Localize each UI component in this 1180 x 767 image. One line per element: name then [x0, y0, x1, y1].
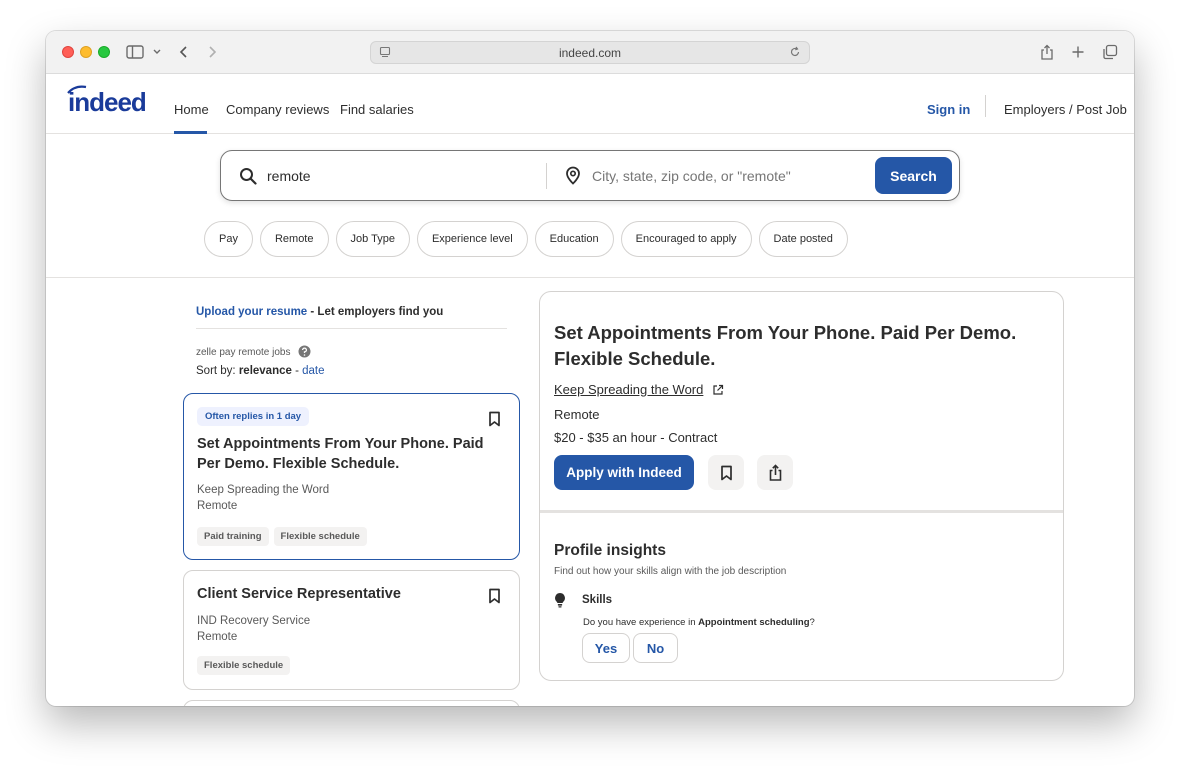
job-location: Remote	[197, 631, 238, 643]
upload-resume-link[interactable]: Upload your resume	[196, 306, 307, 318]
apply-with-indeed-button[interactable]: Apply with Indeed	[554, 455, 694, 490]
sort-separator: -	[291, 365, 303, 377]
nav-home[interactable]: Home	[174, 102, 209, 117]
lightbulb-icon	[554, 592, 566, 613]
forward-arrow-icon[interactable]	[206, 42, 218, 62]
query-label: zelle pay remote jobs	[196, 347, 291, 358]
filters-divider	[46, 277, 1134, 278]
zoom-window-button[interactable]	[98, 46, 110, 58]
search-icon	[239, 167, 257, 190]
browser-window: indeed.com indeed Home Company reviews F…	[46, 31, 1134, 706]
nav-active-indicator	[174, 131, 207, 134]
job-detail-panel: Set Appointments From Your Phone. Paid P…	[539, 291, 1064, 681]
reload-icon[interactable]	[789, 46, 801, 61]
job-company: Keep Spreading the Word	[197, 484, 330, 496]
detail-job-title: Set Appointments From Your Phone. Paid P…	[554, 322, 1017, 369]
job-card[interactable]	[183, 700, 520, 706]
nav-company-reviews[interactable]: Company reviews	[226, 102, 329, 117]
sidebar-toggle-icon[interactable]	[126, 42, 144, 62]
sort-label: Sort by:	[196, 365, 239, 377]
share-icon[interactable]	[1040, 42, 1054, 62]
sign-in-link[interactable]: Sign in	[927, 102, 970, 117]
minimize-window-button[interactable]	[80, 46, 92, 58]
url-text: indeed.com	[558, 45, 622, 60]
job-title[interactable]: Set Appointments From Your Phone. Paid P…	[197, 434, 487, 474]
filter-bar: Pay Remote Job Type Experience level Edu…	[204, 221, 848, 257]
job-card[interactable]: Often replies in 1 day Set Appointments …	[183, 393, 520, 560]
filter-education[interactable]: Education	[534, 221, 614, 257]
bookmark-icon[interactable]	[488, 411, 501, 432]
location-pin-icon	[565, 166, 581, 190]
skills-label: Skills	[582, 594, 613, 606]
filter-date-posted[interactable]: Date posted	[758, 221, 848, 257]
header-divider	[985, 95, 986, 117]
new-tab-icon[interactable]	[1071, 42, 1085, 62]
search-divider	[546, 163, 547, 189]
chevron-down-icon[interactable]	[152, 42, 162, 62]
external-link-icon[interactable]	[712, 383, 724, 401]
job-tag: Flexible schedule	[197, 656, 291, 675]
filter-experience-level[interactable]: Experience level	[416, 221, 528, 257]
save-job-button[interactable]	[708, 455, 744, 490]
job-tag: Paid training	[197, 527, 269, 546]
job-tag: Flexible schedule	[273, 527, 367, 546]
filter-pay[interactable]: Pay	[204, 221, 253, 257]
what-search-input[interactable]	[267, 165, 537, 187]
job-search-bar: Search	[220, 150, 960, 201]
indeed-logo[interactable]: indeed	[67, 85, 147, 118]
close-window-button[interactable]	[62, 46, 74, 58]
no-button[interactable]: No	[633, 633, 678, 663]
sort-date-link[interactable]: date	[302, 365, 324, 377]
site-header: indeed Home Company reviews Find salarie…	[46, 75, 1134, 134]
profile-insights-subtitle: Find out how your skills align with the …	[554, 566, 787, 577]
job-card[interactable]: Client Service Representative IND Recove…	[183, 570, 520, 690]
detail-pay: $20 - $35 an hour - Contract	[554, 430, 718, 445]
question-prefix: Do you have experience in	[583, 617, 699, 628]
filter-job-type[interactable]: Job Type	[335, 221, 410, 257]
question-skill: Appointment scheduling	[698, 617, 810, 628]
upload-resume-text: - Let employers find you	[307, 306, 444, 318]
job-title[interactable]: Client Service Representative	[197, 584, 477, 604]
question-suffix: ?	[809, 617, 815, 628]
page-settings-icon[interactable]	[379, 46, 391, 61]
job-tags: Paid training Flexible schedule	[197, 527, 367, 546]
bookmark-icon	[720, 465, 732, 480]
search-button[interactable]: Search	[875, 157, 952, 194]
browser-toolbar: indeed.com	[46, 31, 1134, 74]
detail-company-link[interactable]: Keep Spreading the Word	[554, 382, 703, 397]
share-job-button[interactable]	[757, 455, 793, 490]
sort-relevance: relevance	[238, 365, 292, 377]
address-bar[interactable]: indeed.com	[370, 41, 810, 64]
detail-location: Remote	[554, 407, 600, 422]
job-company: IND Recovery Service	[197, 615, 311, 627]
replies-badge: Often replies in 1 day	[197, 407, 310, 426]
tab-overview-icon[interactable]	[1102, 42, 1118, 62]
filter-encouraged-to-apply[interactable]: Encouraged to apply	[620, 221, 752, 257]
back-arrow-icon[interactable]	[178, 42, 190, 62]
where-location-input[interactable]	[592, 165, 872, 187]
sort-control: Sort by: relevance - date	[196, 365, 325, 377]
job-location: Remote	[197, 500, 238, 512]
bookmark-icon[interactable]	[488, 588, 501, 609]
filter-remote[interactable]: Remote	[259, 221, 329, 257]
yes-button[interactable]: Yes	[582, 633, 630, 663]
job-tags: Flexible schedule	[197, 656, 291, 675]
upload-divider	[196, 328, 507, 329]
profile-insights-title: Profile insights	[554, 542, 666, 559]
skills-question: Do you have experience in Appointment sc…	[583, 617, 815, 628]
upload-resume-banner: Upload your resume - Let employers find …	[196, 306, 443, 318]
employers-post-job-link[interactable]: Employers / Post Job	[1004, 102, 1127, 117]
share-icon	[769, 463, 781, 481]
nav-find-salaries[interactable]: Find salaries	[340, 102, 414, 117]
detail-divider	[540, 510, 1063, 513]
help-icon[interactable]	[298, 345, 311, 363]
